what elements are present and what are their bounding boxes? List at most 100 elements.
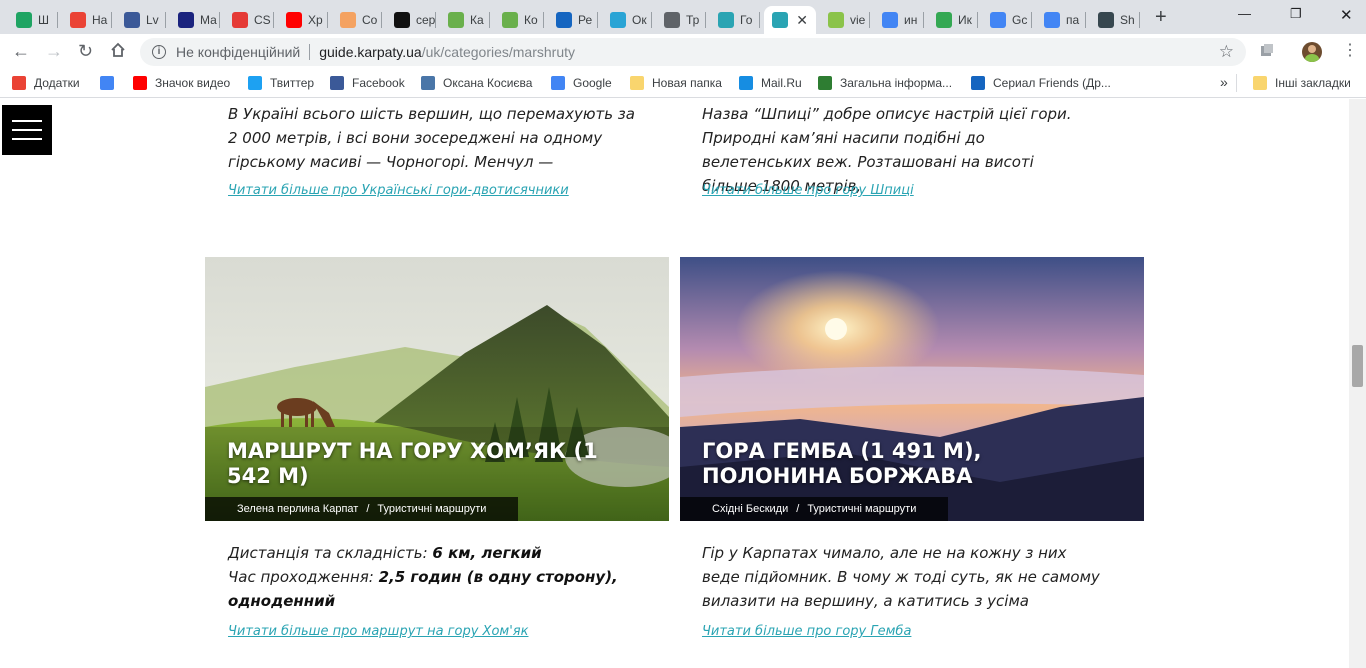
browser-tab[interactable]: Ко [494, 6, 544, 34]
tab-favicon-icon [178, 12, 194, 28]
tab-favicon-icon [448, 12, 464, 28]
browser-tab[interactable]: Ре [548, 6, 598, 34]
bookmark-item[interactable]: Оксана Косиєва [421, 76, 532, 90]
tab-separator [977, 12, 978, 28]
hamburger-menu-button[interactable] [2, 105, 52, 155]
tab-favicon-icon [502, 12, 518, 28]
article-card-gemba[interactable]: ГОРА ГЕМБА (1 491 М), ПОЛОНИНА БОРЖАВА С… [680, 257, 1144, 521]
category-link[interactable]: Туристичні маршрути [377, 503, 486, 515]
bookmark-item[interactable]: Facebook [330, 76, 405, 90]
tab-separator [435, 12, 436, 28]
browser-tab[interactable]: Ик [928, 6, 978, 34]
read-more-link[interactable]: Читати більше про Українські гори-двотис… [228, 183, 569, 198]
tab-separator [1139, 12, 1140, 28]
bookmark-item[interactable]: Додатки [12, 76, 80, 90]
bookmark-favicon-icon [551, 76, 565, 90]
address-bar[interactable]: i Не конфіденційний guide.karpaty.ua/uk/… [140, 38, 1246, 66]
browser-tab[interactable]: На [62, 6, 112, 34]
url-path: /uk/categories/marshruty [421, 44, 576, 60]
bookmark-favicon-icon [100, 76, 114, 90]
bookmark-label: Твиттер [270, 76, 315, 90]
browser-tab[interactable]: Gc [982, 6, 1032, 34]
new-tab-button[interactable]: + [1155, 6, 1167, 28]
info-icon[interactable]: i [152, 45, 166, 59]
forward-icon[interactable]: → [45, 41, 63, 61]
card-title[interactable]: ГОРА ГЕМБА (1 491 М), ПОЛОНИНА БОРЖАВА [702, 439, 1122, 489]
close-tab-icon[interactable]: ✕ [796, 12, 808, 29]
tab-title: Ма [200, 13, 217, 27]
bookmarks-overflow-icon[interactable]: » [1220, 74, 1228, 90]
bookmark-item[interactable]: Інші закладки [1253, 76, 1351, 90]
back-icon[interactable]: ← [12, 41, 30, 61]
browser-tab[interactable]: Ок [602, 6, 652, 34]
bookmark-item[interactable] [100, 76, 122, 90]
browser-tab[interactable]: Ма [170, 6, 220, 34]
browser-tab[interactable]: Хр [278, 6, 328, 34]
browser-tab[interactable]: Го [710, 6, 760, 34]
bookmark-item[interactable]: Google [551, 76, 612, 90]
browser-tab[interactable]: Тр [656, 6, 706, 34]
divider [309, 44, 311, 60]
browser-tab[interactable]: CS [224, 6, 274, 34]
browser-tab[interactable]: vie [820, 6, 870, 34]
browser-tab[interactable]: ин [874, 6, 924, 34]
browser-tab[interactable]: па [1036, 6, 1086, 34]
bookmark-label: Facebook [352, 76, 405, 90]
tab-title: Ре [578, 13, 593, 27]
bookmark-favicon-icon [739, 76, 753, 90]
distance-value: 6 км, легкий [432, 544, 542, 562]
menu-dots-icon[interactable]: ⋮ [1342, 42, 1358, 60]
read-more-link[interactable]: Читати більше про маршрут на гору Хом'як [228, 624, 528, 639]
browser-tab[interactable]: Ка [440, 6, 490, 34]
bookmark-star-icon[interactable]: ☆ [1219, 42, 1234, 62]
bookmark-favicon-icon [133, 76, 147, 90]
tab-separator [57, 12, 58, 28]
bookmark-item[interactable]: Загальна інформа... [818, 76, 952, 90]
card-title[interactable]: МАРШРУТ НА ГОРУ ХОМ’ЯК (1 542 М) [227, 439, 647, 489]
bookmark-label: Google [573, 76, 612, 90]
category-link[interactable]: Східні Бескиди [712, 503, 788, 515]
minimize-icon[interactable]: — [1238, 6, 1251, 21]
tab-separator [273, 12, 274, 28]
bookmark-item[interactable]: Твиттер [248, 76, 314, 90]
tab-separator [327, 12, 328, 28]
browser-tab[interactable]: сер [386, 6, 436, 34]
profile-avatar[interactable] [1302, 42, 1322, 62]
bookmark-favicon-icon [12, 76, 26, 90]
browser-tab[interactable]: Lv [116, 6, 166, 34]
vertical-scrollbar[interactable] [1349, 99, 1366, 668]
tab-title: Го [740, 13, 753, 27]
bookmark-item[interactable]: Сериал Friends (Др... [971, 76, 1111, 90]
tab-title: Ик [958, 13, 972, 27]
tab-title: Ко [524, 13, 538, 27]
bookmark-item[interactable]: Значок видео [133, 76, 230, 90]
bookmark-favicon-icon [1253, 76, 1267, 90]
close-window-icon[interactable]: ✕ [1340, 6, 1353, 24]
browser-toolbar: ← → ↻ i Не конфіденційний guide.karpaty.… [0, 34, 1366, 70]
extension-icon[interactable] [1259, 43, 1275, 59]
tab-favicon-icon [1098, 12, 1114, 28]
browser-tab[interactable]: Со [332, 6, 382, 34]
bookmark-favicon-icon [971, 76, 985, 90]
article-card-khomiak[interactable]: МАРШРУТ НА ГОРУ ХОМ’ЯК (1 542 М) Зелена … [205, 257, 669, 521]
tab-title: Ок [632, 13, 647, 27]
tab-title: Со [362, 13, 378, 27]
bookmarks-divider [1236, 74, 1237, 92]
category-link[interactable]: Зелена перлина Карпат [237, 503, 358, 515]
browser-tab[interactable]: Sh [1090, 6, 1140, 34]
read-more-link[interactable]: Читати більше про гору Шпиці [702, 183, 914, 198]
browser-tab[interactable]: ✕ [764, 6, 816, 34]
home-icon[interactable] [109, 41, 127, 63]
tab-favicon-icon [990, 12, 1006, 28]
distance-label: Дистанція та складність: [228, 544, 433, 562]
bookmark-item[interactable]: Mail.Ru [739, 76, 802, 90]
restore-icon[interactable]: ❐ [1290, 6, 1302, 22]
bookmark-item[interactable]: Новая папка [630, 76, 722, 90]
scrollbar-thumb[interactable] [1352, 345, 1363, 387]
reload-icon[interactable]: ↻ [78, 41, 93, 61]
category-link[interactable]: Туристичні маршрути [807, 503, 916, 515]
read-more-link[interactable]: Читати більше про гору Гемба [702, 624, 911, 639]
browser-tab[interactable]: Ш [8, 6, 58, 34]
tab-favicon-icon [70, 12, 86, 28]
category-separator: / [366, 503, 370, 515]
